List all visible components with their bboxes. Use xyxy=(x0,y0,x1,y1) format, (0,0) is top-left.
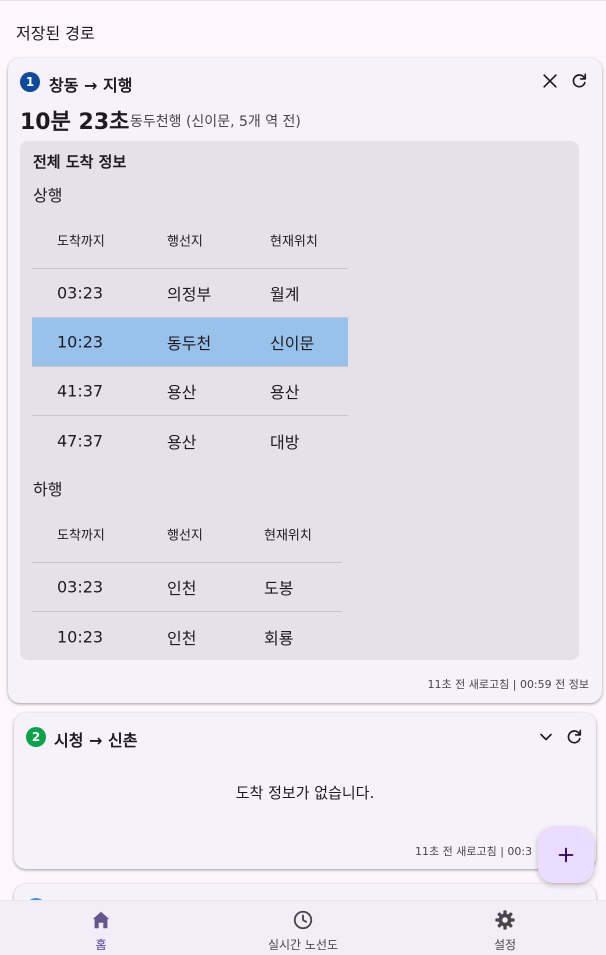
column-header: 현재위치 xyxy=(270,234,318,249)
settings-icon xyxy=(495,910,515,930)
table-header: 도착까지 행선지 현재위치 xyxy=(32,211,348,269)
refresh-icon xyxy=(567,729,582,744)
location-cell: 신이문 xyxy=(270,334,315,353)
time-cell: 03:23 xyxy=(57,283,104,303)
destination-cell: 용산 xyxy=(167,383,197,402)
nav-item-settings[interactable]: 설정 xyxy=(404,901,606,955)
time-cell: 41:37 xyxy=(57,381,104,401)
add-icon xyxy=(558,847,574,863)
chevron-down-icon xyxy=(540,733,552,741)
nav-item-home[interactable]: 홈 xyxy=(0,901,202,955)
arrival-time: 10분 23초 xyxy=(20,110,130,135)
clock-icon xyxy=(293,910,313,930)
nav-item-realtime-map[interactable]: 실시간 노선도 xyxy=(202,901,404,955)
route-number-badge: 2 xyxy=(26,727,46,747)
bottom-navigation: 홈 실시간 노선도 설정 xyxy=(0,900,606,955)
refresh-status: 11초 전 새로고침 | 00:59 전 정보 xyxy=(427,678,589,691)
location-cell: 용산 xyxy=(270,383,300,402)
column-header: 도착까지 xyxy=(57,528,105,543)
column-header: 현재위치 xyxy=(264,528,312,543)
arrival-table-up: 도착까지 행선지 현재위치 03:23 의정부 월계 10:23 동두천 신이문… xyxy=(32,211,348,465)
empty-message: 도착 정보가 없습니다. xyxy=(235,784,375,802)
destination-cell: 용산 xyxy=(167,432,197,452)
arrival-info-panel: 전체 도착 정보 상행 도착까지 행선지 현재위치 03:23 의정부 월계 1… xyxy=(20,141,579,660)
time-cell: 10:23 xyxy=(57,332,104,352)
table-row: 03:23 인천 도봉 xyxy=(32,563,342,612)
page-title: 저장된 경로 xyxy=(16,24,95,43)
location-cell: 회룡 xyxy=(264,628,294,648)
nav-label: 실시간 노선도 xyxy=(267,938,339,952)
time-cell: 03:23 xyxy=(57,577,104,597)
refresh-status: 11초 전 새로고침 | 00:3 xyxy=(415,845,533,858)
arrival-table-down: 도착까지 행선지 현재위치 03:23 인천 도봉 10:23 인천 회룡 xyxy=(32,505,342,661)
table-row-highlighted: 10:23 동두천 신이문 xyxy=(32,318,348,367)
table-header: 도착까지 행선지 현재위치 xyxy=(32,505,342,563)
destination-cell: 인천 xyxy=(167,628,197,648)
top-app-bar: 저장된 경로 xyxy=(0,0,606,58)
arrival-detail: 동두천행 (신이문, 5개 역 전) xyxy=(130,114,301,130)
nav-label: 설정 xyxy=(493,938,517,952)
add-route-button[interactable] xyxy=(538,827,594,883)
destination-cell: 의정부 xyxy=(167,285,212,304)
home-icon xyxy=(92,911,110,929)
column-header: 행선지 xyxy=(167,528,203,543)
close-button[interactable] xyxy=(538,69,562,93)
column-header: 도착까지 xyxy=(57,234,105,249)
route-title: 창동 → 지행 xyxy=(49,76,133,95)
route-card-2[interactable]: 2 시청 → 신촌 도착 정보가 없습니다. 11초 전 새로고침 | 00:3 xyxy=(14,713,596,869)
nav-label: 홈 xyxy=(95,938,107,952)
table-row: 10:23 인천 회룡 xyxy=(32,612,342,661)
direction-label-up: 상행 xyxy=(33,186,63,205)
time-cell: 47:37 xyxy=(57,431,104,450)
expand-button[interactable] xyxy=(534,725,558,749)
destination-cell: 동두천 xyxy=(167,334,212,353)
location-cell: 대방 xyxy=(270,432,300,452)
route-card-1[interactable]: 1 창동 → 지행 10분 23초 동두천행 (신이문, 5개 역 전) 전체 … xyxy=(8,58,602,703)
arrival-info-title: 전체 도착 정보 xyxy=(33,153,127,171)
route-title: 시청 → 신촌 xyxy=(54,731,138,750)
destination-cell: 인천 xyxy=(167,579,197,598)
close-icon xyxy=(543,74,557,88)
location-cell: 도봉 xyxy=(264,579,294,598)
direction-label-down: 하행 xyxy=(33,480,63,499)
table-row: 03:23 의정부 월계 xyxy=(32,269,348,318)
refresh-button[interactable] xyxy=(567,69,591,93)
table-row: 47:37 용산 대방 xyxy=(32,416,348,465)
time-cell: 10:23 xyxy=(57,627,104,646)
route-number-badge: 1 xyxy=(20,72,40,92)
location-cell: 월계 xyxy=(270,285,300,304)
column-header: 행선지 xyxy=(167,234,203,249)
refresh-icon xyxy=(572,73,587,88)
refresh-button[interactable] xyxy=(562,725,586,749)
table-row: 41:37 용산 용산 xyxy=(32,367,348,416)
